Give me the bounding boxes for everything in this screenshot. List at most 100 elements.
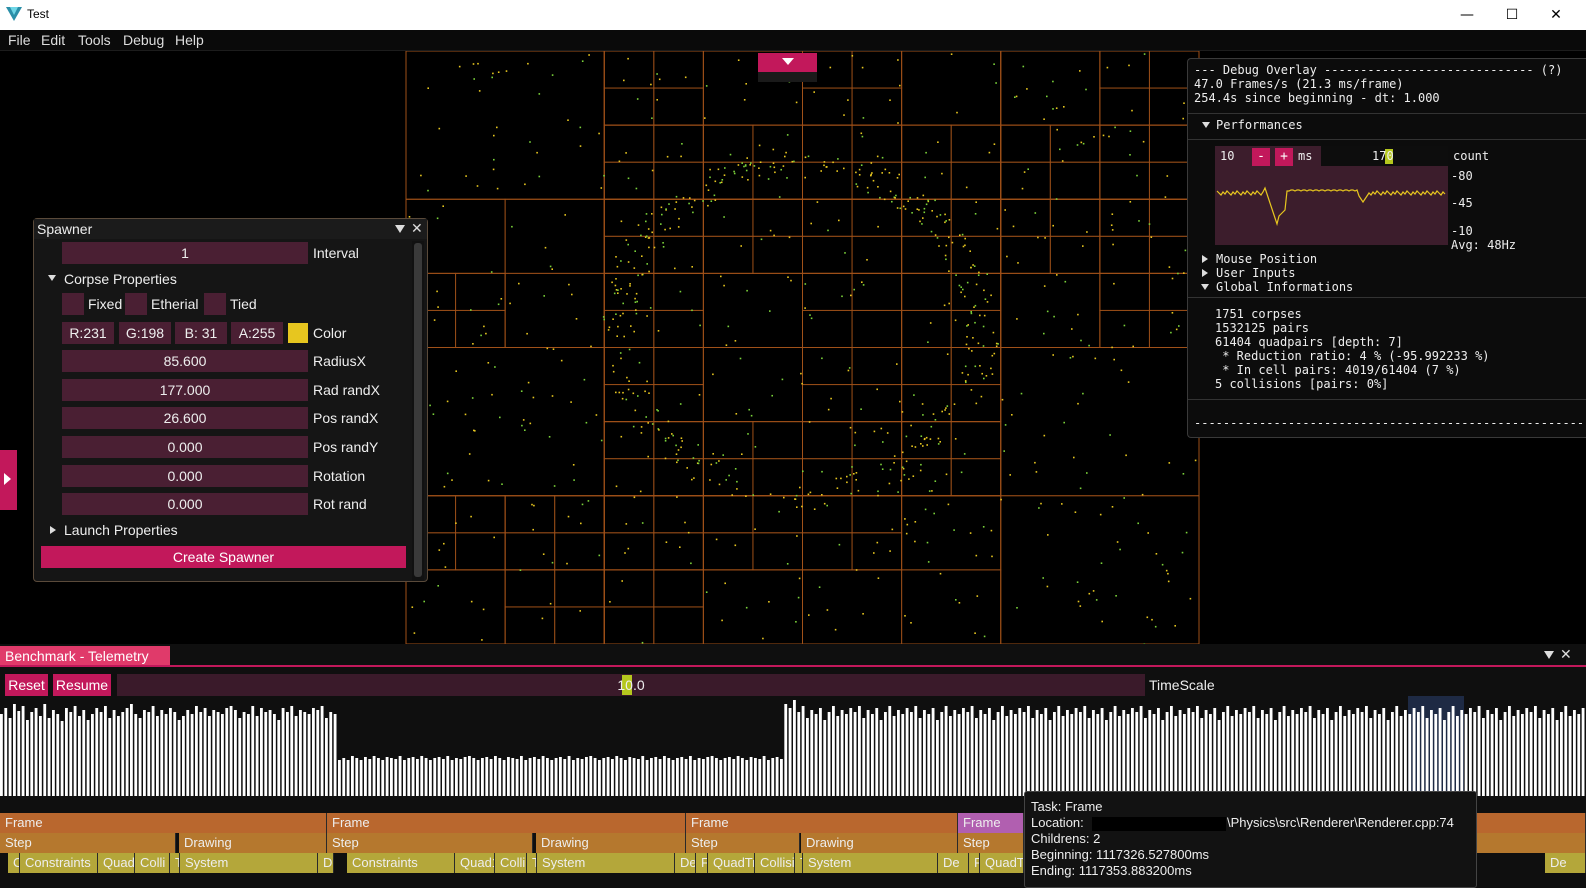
close-icon[interactable]: ✕ — [411, 222, 423, 236]
particle — [707, 189, 710, 191]
particle — [944, 254, 947, 257]
menu-tools[interactable]: Tools — [78, 32, 111, 48]
decrease-button[interactable]: - — [1252, 148, 1270, 166]
timeline-task[interactable]: Colli — [135, 853, 170, 873]
timeline-task[interactable]: Step — [686, 833, 800, 853]
timeline-task[interactable]: Quad1 — [98, 853, 135, 873]
performances-header[interactable]: Performances — [1216, 118, 1303, 132]
timescale-slider[interactable]: 10.0 — [117, 674, 1145, 696]
frame-time-histogram[interactable] — [0, 696, 1586, 796]
timeline-task[interactable]: Constraints — [20, 853, 98, 873]
expand-arrow-icon[interactable] — [1202, 255, 1208, 263]
particle — [595, 414, 598, 416]
top-panel-toggle[interactable] — [758, 53, 817, 72]
menu-help[interactable]: Help — [175, 32, 204, 48]
color-swatch[interactable] — [288, 323, 308, 343]
radius-x-field[interactable]: 85.600 — [62, 350, 308, 372]
histogram-bar — [1239, 714, 1243, 796]
expand-arrow-icon[interactable] — [50, 526, 56, 534]
rotation-field[interactable]: 0.000 — [62, 465, 308, 487]
expand-arrow-icon[interactable] — [1202, 269, 1208, 277]
perf-min-value[interactable]: 10 — [1220, 149, 1234, 163]
timeline-task[interactable] — [1477, 813, 1586, 833]
color-r-field[interactable]: R:231 — [62, 322, 114, 344]
close-icon[interactable]: ✕ — [1533, 0, 1579, 30]
pos-randy-field[interactable]: 0.000 — [62, 436, 308, 458]
timeline-task[interactable]: QuadTr — [708, 853, 755, 873]
timeline-task[interactable]: Colli — [495, 853, 527, 873]
collapse-icon[interactable] — [395, 225, 405, 233]
timeline-task[interactable]: C — [8, 853, 20, 873]
corpse-properties-header[interactable]: Corpse Properties — [64, 271, 177, 287]
timeline-task[interactable]: Step — [0, 833, 176, 853]
spawner-header[interactable]: Spawner ✕ — [34, 219, 427, 239]
timeline-task[interactable]: Frame — [0, 813, 327, 833]
global-informations-header[interactable]: Global Informations — [1216, 280, 1353, 294]
expand-arrow-icon[interactable] — [1202, 122, 1210, 128]
particle — [944, 221, 946, 224]
timeline-task[interactable]: De — [318, 853, 334, 873]
pos-randx-field[interactable]: 26.600 — [62, 407, 308, 429]
maximize-icon[interactable]: ☐ — [1489, 0, 1535, 30]
timeline-task[interactable]: De — [1545, 853, 1586, 873]
expand-arrow-icon[interactable] — [1201, 284, 1209, 290]
color-b-field[interactable]: B: 31 — [175, 322, 227, 344]
scrollbar-thumb[interactable] — [414, 243, 422, 577]
particle — [664, 228, 666, 231]
timeline-task[interactable]: F — [696, 853, 708, 873]
mouse-position-header[interactable]: Mouse Position — [1216, 252, 1317, 266]
particle — [993, 352, 996, 355]
timeline-task[interactable]: System — [803, 853, 938, 873]
reset-button[interactable]: Reset — [5, 674, 48, 696]
timeline-task[interactable]: Drawing — [536, 833, 686, 853]
fixed-checkbox[interactable] — [62, 293, 84, 315]
interval-field[interactable]: 1 — [62, 242, 308, 264]
timeline-task[interactable]: Frame — [686, 813, 958, 833]
timeline-task[interactable]: Step — [958, 833, 1024, 853]
minimize-icon[interactable]: — — [1444, 0, 1490, 30]
timeline-task[interactable]: De — [675, 853, 696, 873]
rot-rand-field[interactable]: 0.000 — [62, 493, 308, 515]
quadtree-cell — [455, 495, 506, 534]
timeline-task[interactable]: Quad1 — [455, 853, 495, 873]
color-g-field[interactable]: G:198 — [119, 322, 171, 344]
launch-properties-header[interactable]: Launch Properties — [64, 522, 178, 538]
etherial-checkbox[interactable] — [125, 293, 147, 315]
menu-file[interactable]: File — [8, 32, 31, 48]
create-spawner-button[interactable]: Create Spawner — [41, 546, 406, 568]
collapse-icon[interactable] — [1544, 651, 1554, 659]
particle — [802, 470, 804, 473]
timeline-task[interactable]: Frame — [958, 813, 1024, 833]
timeline-task[interactable] — [1477, 833, 1586, 853]
timeline-task[interactable]: Frame — [327, 813, 686, 833]
timeline-task[interactable]: System — [537, 853, 675, 873]
timeline-task[interactable]: System — [180, 853, 318, 873]
increase-button[interactable]: + — [1275, 148, 1293, 166]
spawner-scrollbar[interactable] — [412, 241, 424, 581]
perf-max-value[interactable]: 170 — [1372, 149, 1394, 163]
particle — [676, 496, 678, 498]
left-panel-toggle[interactable] — [0, 450, 17, 510]
timeline-task[interactable]: Collisi — [755, 853, 795, 873]
timeline-task[interactable]: QuadT — [980, 853, 1024, 873]
tab-benchmark-telemetry[interactable]: Benchmark - Telemetry — [0, 646, 170, 666]
timeline-task[interactable]: Drawing — [801, 833, 958, 853]
particle — [753, 165, 756, 167]
menu-edit[interactable]: Edit — [41, 32, 65, 48]
timeline-task[interactable]: Step — [327, 833, 533, 853]
timeline-task[interactable]: Drawing — [179, 833, 327, 853]
rad-randx-field[interactable]: 177.000 — [62, 379, 308, 401]
tied-checkbox[interactable] — [204, 293, 226, 315]
close-icon[interactable]: ✕ — [1560, 648, 1572, 662]
timeline-task[interactable]: Constraints — [347, 853, 455, 873]
timeline-task[interactable]: T — [527, 853, 537, 873]
timeline-task[interactable]: T — [795, 853, 803, 873]
timeline-task[interactable]: F — [969, 853, 980, 873]
resume-button[interactable]: Resume — [53, 674, 111, 696]
user-inputs-header[interactable]: User Inputs — [1216, 266, 1295, 280]
menu-debug[interactable]: Debug — [123, 32, 164, 48]
timeline-task[interactable]: De — [938, 853, 969, 873]
expand-arrow-icon[interactable] — [48, 275, 56, 281]
color-a-field[interactable]: A:255 — [231, 322, 283, 344]
timeline-task[interactable]: T — [170, 853, 180, 873]
